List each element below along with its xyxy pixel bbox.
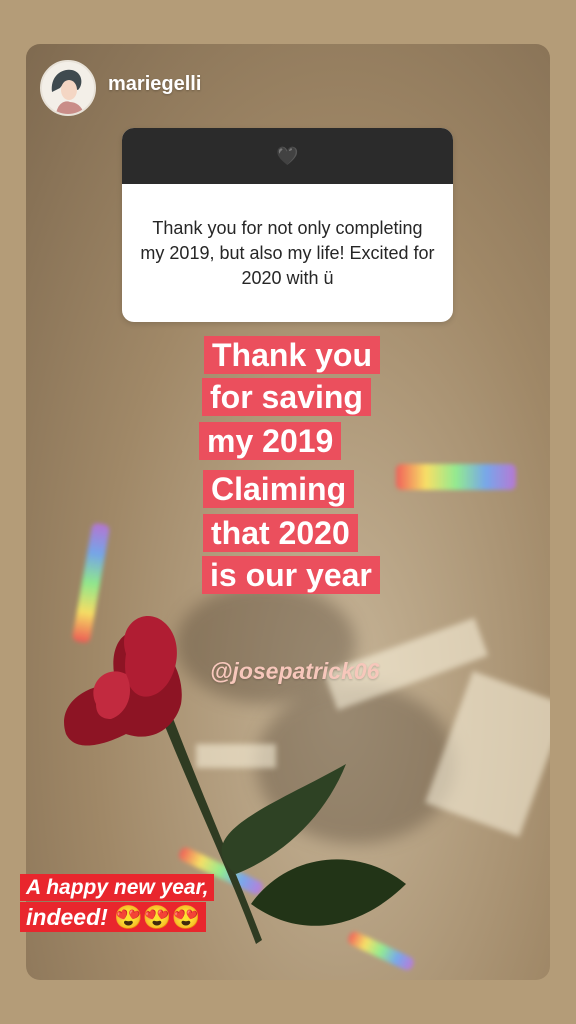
caption-line-4: Claiming <box>203 470 355 508</box>
bottom-text-line-1: A happy new year, <box>20 874 215 901</box>
mention-tag[interactable]: @josepatrick06 <box>210 658 379 685</box>
caption-line-6: is our year <box>202 556 380 594</box>
question-sticker-header: 🖤 <box>122 128 453 184</box>
question-sticker[interactable]: 🖤 Thank you for not only completing my 2… <box>122 128 453 322</box>
avatar-illustration-icon <box>42 62 94 114</box>
bottom-text-indeed: indeed! <box>26 904 108 930</box>
black-heart-icon: 🖤 <box>276 145 299 166</box>
bottom-text-line-2: indeed! 😍😍😍 <box>20 902 207 932</box>
caption-line-5: that 2020 <box>203 514 358 552</box>
username[interactable]: mariegelli <box>108 73 201 96</box>
caption-line-2: for saving <box>202 378 371 416</box>
caption-line-3: my 2019 <box>199 422 342 460</box>
heart-eyes-emoji-icon: 😍😍😍 <box>114 904 201 930</box>
caption-line-1: Thank you <box>204 336 381 374</box>
question-text: Thank you for not only completing my 201… <box>140 217 435 288</box>
avatar[interactable] <box>40 60 96 116</box>
